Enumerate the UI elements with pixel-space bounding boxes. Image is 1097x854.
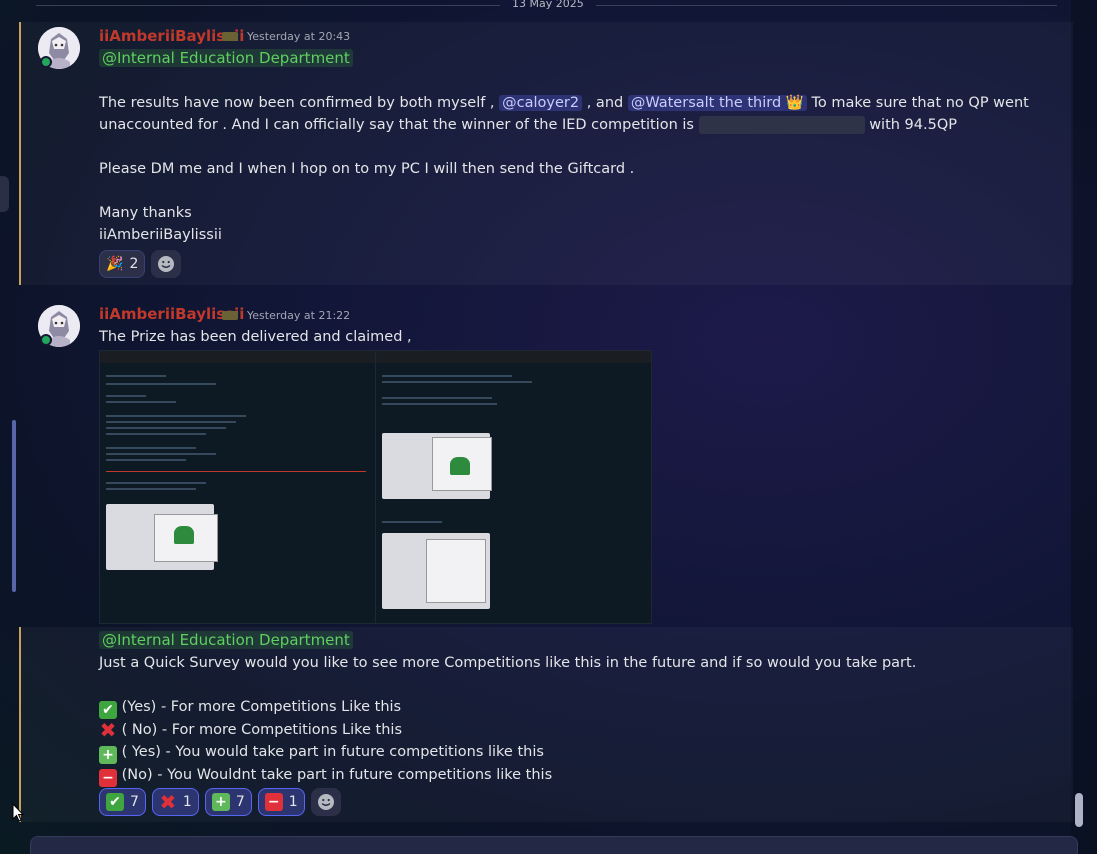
- survey-option-yes-more: ✔ (Yes) - For more Competitions Like thi…: [99, 696, 916, 719]
- smile-icon: [317, 794, 334, 810]
- mouse-cursor-icon: [12, 803, 24, 822]
- reaction-bar: ✔ 7 ✖ 1 + 7 − 1: [99, 788, 341, 816]
- message-timestamp[interactable]: Yesterday at 20:43: [247, 30, 350, 43]
- date-divider-label: 13 May 2025: [500, 0, 596, 10]
- minus-icon: −: [99, 769, 117, 787]
- party-popper-icon: 🎉: [106, 256, 124, 272]
- message-text: Just a Quick Survey would you like to se…: [99, 655, 917, 671]
- mention-label: @Watersalt the third: [630, 95, 782, 111]
- reaction-party[interactable]: 🎉 2: [99, 250, 146, 278]
- user-mention-caloyer2[interactable]: @caloyer2: [499, 95, 583, 111]
- screenshot-content: [376, 363, 651, 617]
- message-text: To make sure that no QP went: [811, 95, 1029, 111]
- reaction-bar: 🎉 2: [99, 250, 182, 278]
- reaction-count: 1: [182, 794, 192, 810]
- add-reaction-button[interactable]: [310, 788, 341, 816]
- message-text: with 94.5QP: [869, 117, 958, 133]
- survey-option-no-more: ✖ ( No) - For more Competitions Like thi…: [99, 719, 916, 741]
- server-indicator-pill[interactable]: [0, 176, 9, 212]
- message-text: The Prize has been delivered and claimed…: [99, 329, 412, 345]
- image-attachment-2[interactable]: [375, 350, 652, 624]
- reaction-cross[interactable]: ✖ 1: [151, 788, 199, 816]
- option-text: (No) - You Wouldnt take part in future c…: [121, 767, 553, 783]
- spoiler-redaction[interactable]: [698, 116, 865, 134]
- check-mark-icon: ✔: [106, 793, 124, 811]
- message-text: Many thanks: [99, 205, 192, 221]
- server-tag-icon: [222, 311, 238, 320]
- status-online-icon: [40, 56, 52, 68]
- reaction-count: 1: [288, 794, 298, 810]
- reaction-count: 7: [235, 794, 245, 810]
- scrollbar-track[interactable]: [1071, 0, 1097, 854]
- reaction-minus[interactable]: − 1: [257, 788, 305, 816]
- cross-mark-icon: ✖: [99, 718, 117, 742]
- option-text: ( Yes) - You would take part in future c…: [121, 744, 544, 760]
- message-text: , and: [586, 95, 624, 111]
- survey-option-yes-take-part: + ( Yes) - You would take part in future…: [99, 741, 916, 764]
- message-composer[interactable]: [30, 836, 1078, 854]
- server-tag-icon: [222, 32, 238, 41]
- option-text: ( No) - For more Competitions Like this: [121, 722, 403, 738]
- scrollbar-thumb[interactable]: [1075, 793, 1083, 827]
- role-mention[interactable]: @Internal Education Department: [99, 49, 353, 67]
- reaction-plus[interactable]: + 7: [204, 788, 252, 816]
- message-timestamp[interactable]: Yesterday at 21:22: [247, 309, 350, 322]
- message-content: @Internal Education Department The resul…: [99, 48, 1029, 246]
- minus-icon: −: [264, 793, 283, 811]
- message-text: Please DM me and I when I hop on to my P…: [99, 161, 635, 177]
- screenshot-titlebar: [376, 351, 651, 363]
- scroll-rail[interactable]: [12, 420, 16, 592]
- smile-icon: [158, 256, 175, 272]
- message-text: unaccounted for . And I can officially s…: [99, 117, 694, 133]
- plus-icon: +: [99, 746, 117, 764]
- survey-option-no-take-part: − (No) - You Wouldnt take part in future…: [99, 764, 916, 787]
- message-text: The results have now been confirmed by b…: [99, 95, 495, 111]
- add-reaction-button[interactable]: [151, 250, 182, 278]
- screenshot-content: [100, 363, 376, 578]
- option-text: (Yes) - For more Competitions Like this: [121, 699, 402, 715]
- user-mention-watersalt[interactable]: @Watersalt the third 👑: [627, 95, 807, 111]
- reaction-count: 7: [130, 794, 139, 810]
- reaction-count: 2: [129, 256, 139, 272]
- message-text: iiAmberiiBaylissii: [99, 227, 222, 243]
- left-rail: [0, 0, 20, 854]
- reaction-check[interactable]: ✔ 7: [99, 788, 146, 816]
- plus-icon: +: [211, 793, 230, 811]
- message-content: @Internal Education Department Just a Qu…: [99, 630, 916, 787]
- check-mark-icon: ✔: [99, 701, 117, 719]
- role-mention[interactable]: @Internal Education Department: [99, 631, 353, 649]
- screenshot-titlebar: [100, 351, 376, 363]
- cross-mark-icon: ✖: [159, 790, 177, 814]
- crown-icon: 👑: [785, 95, 804, 111]
- status-online-icon: [40, 334, 52, 346]
- image-attachment-1[interactable]: [99, 350, 377, 624]
